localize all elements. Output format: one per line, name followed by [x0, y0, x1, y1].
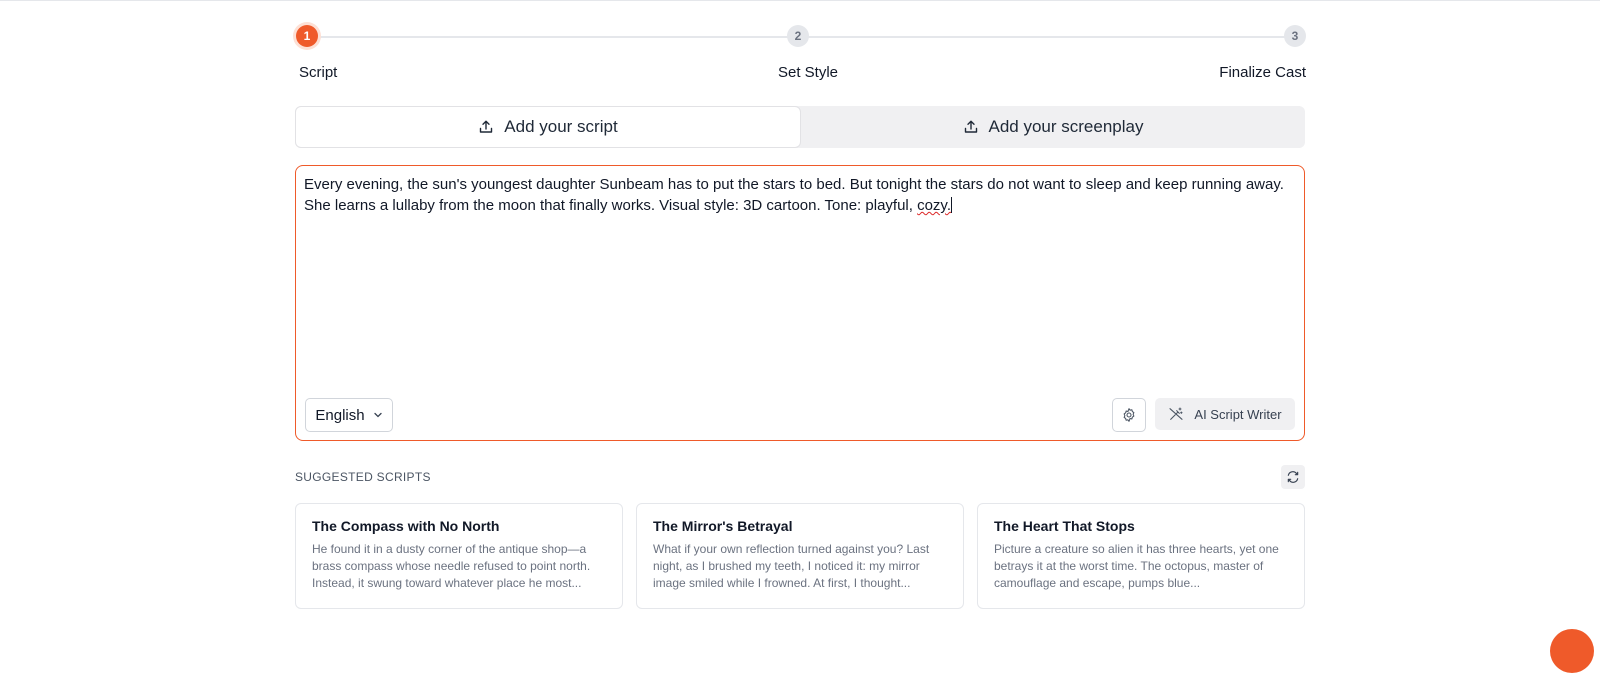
- text-caret: [951, 197, 952, 213]
- ai-script-writer-label: AI Script Writer: [1194, 406, 1282, 422]
- refresh-suggestions-button[interactable]: [1281, 465, 1305, 489]
- card-title: The Mirror's Betrayal: [653, 518, 793, 534]
- step-connector: [318, 36, 788, 38]
- card-title: The Compass with No North: [312, 518, 500, 534]
- step-3-label: Finalize Cast: [1219, 64, 1306, 81]
- step-2-indicator[interactable]: 2: [787, 25, 809, 47]
- suggested-scripts-list: The Compass with No North He found it in…: [295, 503, 1305, 609]
- tab-add-screenplay-label: Add your screenplay: [988, 117, 1144, 136]
- suggested-script-card[interactable]: The Heart That Stops Picture a creature …: [977, 503, 1305, 609]
- settings-button[interactable]: [1112, 398, 1146, 432]
- floating-help-button[interactable]: [1550, 629, 1594, 673]
- suggested-script-card[interactable]: The Compass with No North He found it in…: [295, 503, 623, 609]
- card-title: The Heart That Stops: [994, 518, 1135, 534]
- tab-add-screenplay[interactable]: Add your screenplay: [801, 106, 1305, 148]
- input-mode-tabs: Add your script Add your screenplay: [295, 106, 1305, 148]
- card-excerpt: Picture a creature so alien it has three…: [994, 542, 1279, 590]
- language-select[interactable]: English: [305, 398, 393, 432]
- upload-icon: [964, 120, 977, 133]
- progress-stepper: 1 2 3 Script Set Style Finalize Cast: [296, 24, 1306, 84]
- magic-wand-icon: [1169, 407, 1183, 420]
- upload-icon: [480, 120, 493, 133]
- card-excerpt: He found it in a dusty corner of the ant…: [312, 542, 591, 590]
- step-1-indicator[interactable]: 1: [296, 25, 318, 47]
- script-editor[interactable]: Every evening, the sun's youngest daught…: [295, 165, 1305, 441]
- suggested-scripts-heading: SUGGESTED SCRIPTS: [295, 470, 431, 484]
- ai-script-writer-button[interactable]: AI Script Writer: [1155, 398, 1295, 430]
- language-select-value: English: [315, 406, 365, 424]
- chevron-down-icon: [373, 412, 382, 418]
- tab-add-script-label: Add your script: [504, 117, 618, 136]
- tab-add-script[interactable]: Add your script: [295, 106, 801, 148]
- gear-icon: [1123, 408, 1135, 422]
- spellcheck-flagged-word: cozy.: [917, 197, 951, 214]
- step-1-label: Script: [299, 64, 338, 81]
- top-divider: [0, 0, 1600, 1]
- step-2-label: Set Style: [778, 64, 839, 81]
- script-textarea[interactable]: Every evening, the sun's youngest daught…: [304, 174, 1288, 216]
- step-connector: [808, 36, 1286, 38]
- suggested-script-card[interactable]: The Mirror's Betrayal What if your own r…: [636, 503, 964, 609]
- script-text: Every evening, the sun's youngest daught…: [304, 176, 1284, 214]
- refresh-icon: [1287, 471, 1299, 483]
- card-excerpt: What if your own reflection turned again…: [653, 542, 930, 590]
- step-3-indicator[interactable]: 3: [1284, 25, 1306, 47]
